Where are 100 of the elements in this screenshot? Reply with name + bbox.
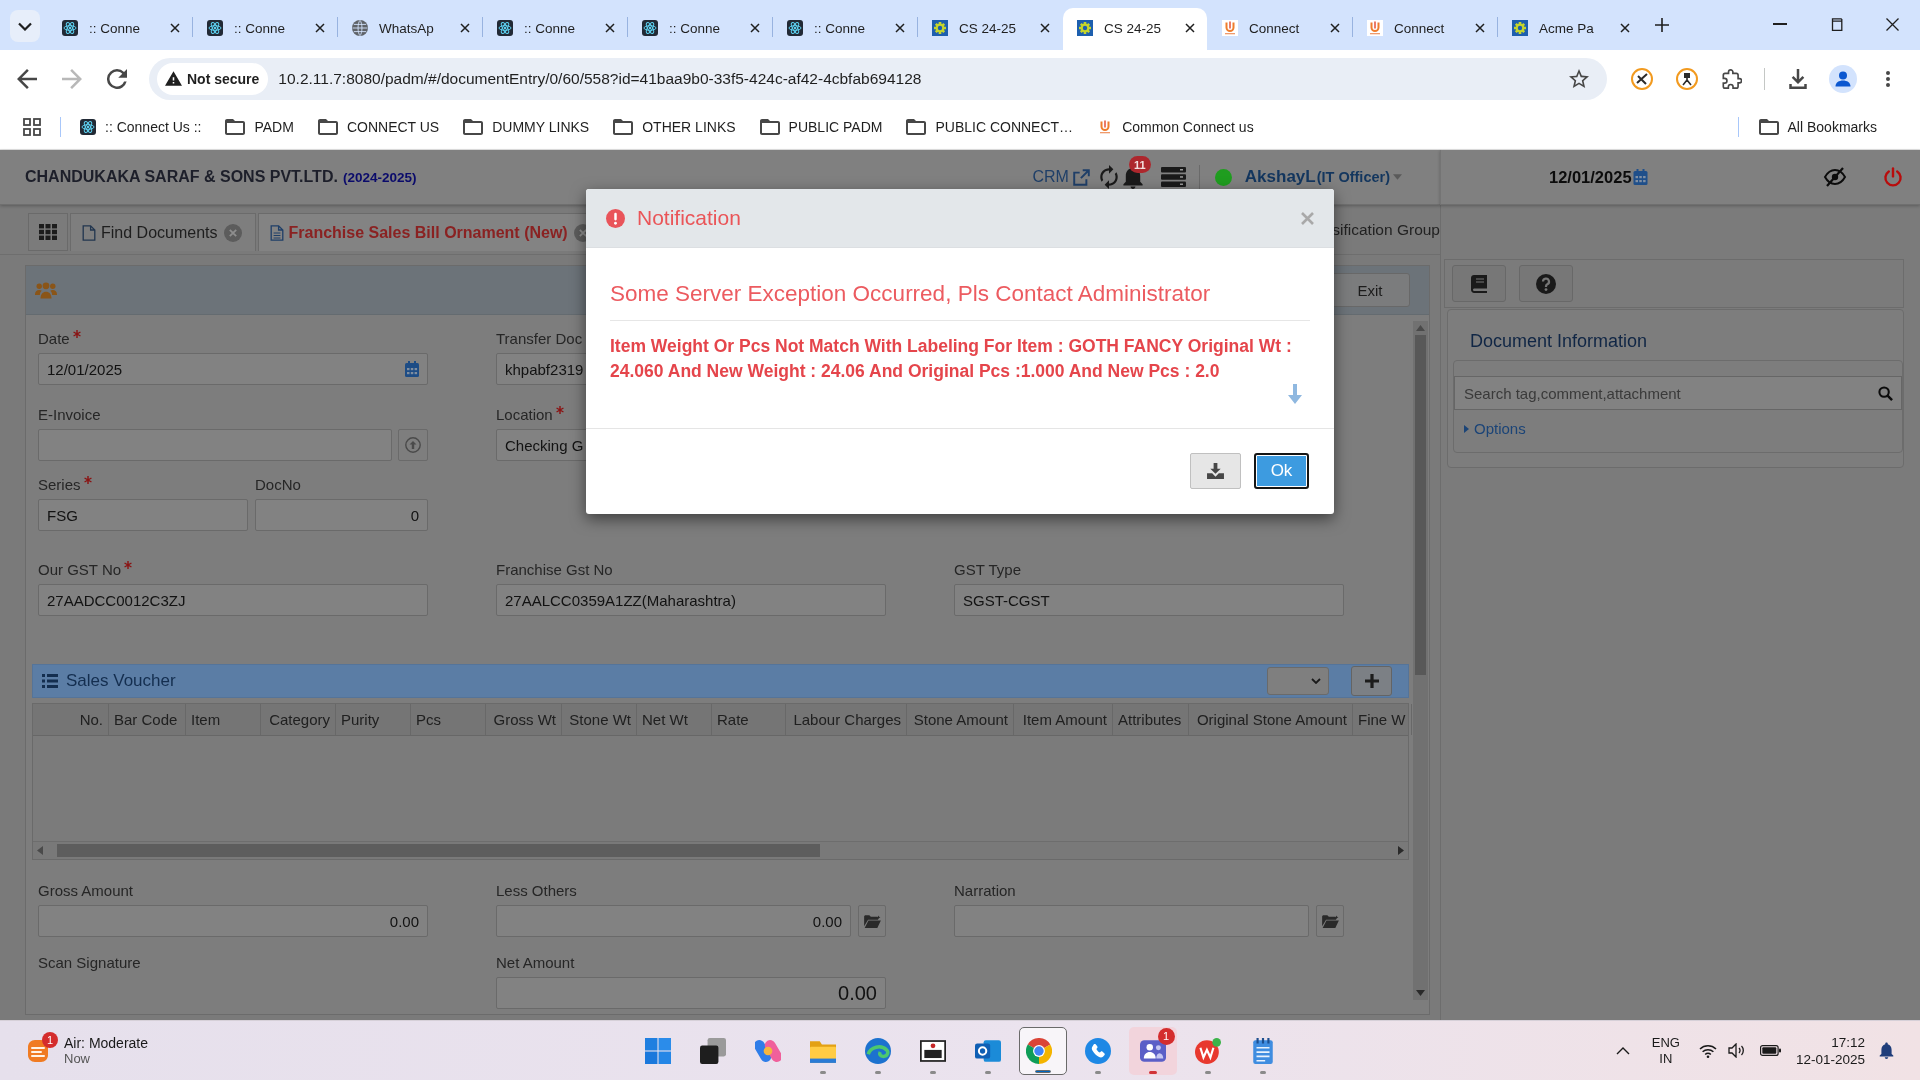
wifi-icon[interactable] — [1698, 1043, 1717, 1058]
browser-tab[interactable]: WhatsAp — [338, 8, 482, 50]
bell-icon[interactable] — [1879, 1042, 1894, 1059]
mail-icon[interactable] — [974, 1037, 1001, 1064]
puzzle-icon[interactable] — [1722, 68, 1742, 89]
viewer-icon[interactable] — [919, 1037, 946, 1064]
browser-tab[interactable]: :: Conne — [773, 8, 917, 50]
input-field[interactable]: 0.00 — [38, 905, 428, 937]
input-field[interactable]: 0.00 — [496, 977, 886, 1009]
speaker-icon[interactable] — [1727, 1043, 1746, 1058]
right-arrow-icon[interactable] — [1398, 846, 1404, 855]
download-icon[interactable] — [1788, 68, 1808, 89]
close-icon[interactable] — [605, 23, 615, 33]
tab-list-button[interactable] — [10, 10, 40, 42]
browser-tab[interactable]: CS 24-25 — [1063, 8, 1207, 50]
plus-icon[interactable] — [1655, 18, 1669, 32]
taskbar-button[interactable] — [1018, 1026, 1067, 1075]
bookmark-folder[interactable]: All Bookmarks — [1758, 119, 1877, 135]
horizontal-scrollbar[interactable] — [33, 841, 1408, 859]
weather-title[interactable]: Air: Moderate — [64, 1035, 149, 1051]
menu-dots-icon[interactable] — [1886, 70, 1890, 87]
reload-icon[interactable] — [107, 68, 127, 89]
close-icon[interactable] — [1885, 17, 1899, 31]
search-icon[interactable] — [1878, 385, 1893, 401]
browser-tab[interactable]: Connect — [1353, 8, 1497, 50]
phone-icon[interactable] — [1084, 1037, 1111, 1064]
scrollbar-thumb[interactable] — [57, 844, 820, 857]
back-arrow-icon[interactable] — [17, 68, 37, 89]
app-tab[interactable]: Find Documents — [70, 213, 256, 251]
calendar-icon[interactable] — [405, 361, 419, 377]
office-icon[interactable] — [1194, 1037, 1221, 1064]
browser-tab[interactable]: :: Conne — [628, 8, 772, 50]
clock-button[interactable]: 17:12 12-01-2025 — [1795, 1033, 1865, 1068]
download-button[interactable] — [1190, 453, 1241, 489]
input-field[interactable]: SGST-CGST — [954, 584, 1344, 616]
profile-icon[interactable] — [1829, 64, 1857, 93]
browser-tab[interactable]: :: Conne — [48, 8, 192, 50]
browser-tab[interactable]: :: Conne — [483, 8, 627, 50]
close-icon[interactable] — [460, 23, 470, 33]
down-arrow-icon[interactable] — [1416, 990, 1425, 996]
restore-icon[interactable] — [1829, 17, 1843, 31]
battery-icon[interactable] — [1759, 1045, 1781, 1056]
apps-grid-icon[interactable] — [23, 118, 41, 136]
input-field[interactable]: 0.00 — [496, 905, 851, 937]
input-field[interactable]: 0 — [255, 499, 428, 531]
vertical-scrollbar[interactable] — [1413, 321, 1428, 1000]
wave-icon[interactable] — [864, 1037, 891, 1064]
task-view-icon[interactable] — [699, 1037, 726, 1064]
bookmark-folder[interactable]: DUMMY LINKS — [463, 119, 590, 135]
app-tab[interactable]: sification Group — [1332, 221, 1440, 239]
bookmark-link[interactable]: :: Connect Us :: — [80, 119, 202, 135]
refresh-icon[interactable] — [1097, 165, 1120, 189]
close-icon[interactable] — [1620, 23, 1630, 33]
apps-menu-tab[interactable] — [28, 213, 68, 251]
tripod-circle-icon[interactable] — [1676, 67, 1698, 90]
security-chip[interactable]: Not secure — [157, 62, 269, 95]
browser-tab[interactable]: Connect — [1208, 8, 1352, 50]
date-field[interactable]: 12/01/2025 — [38, 353, 428, 385]
close-icon[interactable] — [1330, 23, 1340, 33]
input-field[interactable]: 27AALCC0359A1ZZ(Maharashtra) — [496, 584, 886, 616]
address-bar[interactable]: Not secure 10.2.11.7:8080/padm/#/documentEntry/0/60/558?id=41baa9b0-33f5-424c-af42-4cbfab694128 — [149, 57, 1607, 100]
browser-icon[interactable] — [1026, 1037, 1052, 1064]
bookmark-link[interactable]: Common Connect us — [1097, 119, 1254, 135]
people-icon[interactable] — [1139, 1037, 1166, 1064]
attach-button[interactable] — [1316, 905, 1344, 937]
close-icon[interactable] — [1040, 23, 1050, 33]
input-field[interactable] — [38, 429, 392, 461]
scrollbar-thumb[interactable] — [1415, 335, 1426, 675]
close-icon[interactable] — [895, 23, 905, 33]
book-button[interactable] — [1452, 265, 1506, 302]
close-icon[interactable] — [1185, 23, 1195, 33]
close-icon[interactable] — [750, 23, 760, 33]
eye-slash-icon[interactable] — [1823, 167, 1847, 187]
browser-tab[interactable]: CS 24-25 — [918, 8, 1062, 50]
language-button[interactable]: ENG IN — [1651, 1034, 1680, 1067]
start-icon[interactable] — [644, 1037, 671, 1064]
bookmark-folder[interactable]: OTHER LINKS — [613, 119, 736, 135]
bookmark-folder[interactable]: PADM — [225, 119, 294, 135]
select-field[interactable] — [1267, 667, 1329, 695]
crossed-circle-icon[interactable] — [1631, 67, 1653, 90]
bookmark-star-icon[interactable] — [1569, 69, 1589, 88]
close-icon[interactable] — [170, 23, 180, 33]
calendar-icon[interactable] — [1632, 169, 1648, 185]
add-button[interactable] — [1351, 666, 1392, 696]
bookmark-folder[interactable]: CONNECT US — [317, 119, 440, 135]
close-icon[interactable] — [1475, 23, 1485, 33]
attach-button[interactable] — [858, 905, 886, 937]
input-field[interactable] — [954, 905, 1309, 937]
bookmark-folder[interactable]: PUBLIC PADM — [759, 119, 883, 135]
help-button[interactable] — [1519, 265, 1573, 302]
bookmark-folder[interactable]: PUBLIC CONNECT… — [906, 119, 1074, 135]
taskbar-button[interactable]: 1 — [1128, 1026, 1177, 1075]
server-icon[interactable] — [1160, 167, 1186, 187]
browser-tab[interactable]: Acme Pa — [1498, 8, 1642, 50]
swirl-icon[interactable] — [754, 1037, 781, 1064]
close-icon[interactable] — [315, 23, 325, 33]
chevron-up-icon[interactable] — [1615, 1046, 1630, 1055]
input-field[interactable]: 27AADCC0012C3ZJ — [38, 584, 428, 616]
browser-tab[interactable]: :: Conne — [193, 8, 337, 50]
input-field[interactable]: FSG — [38, 499, 248, 531]
